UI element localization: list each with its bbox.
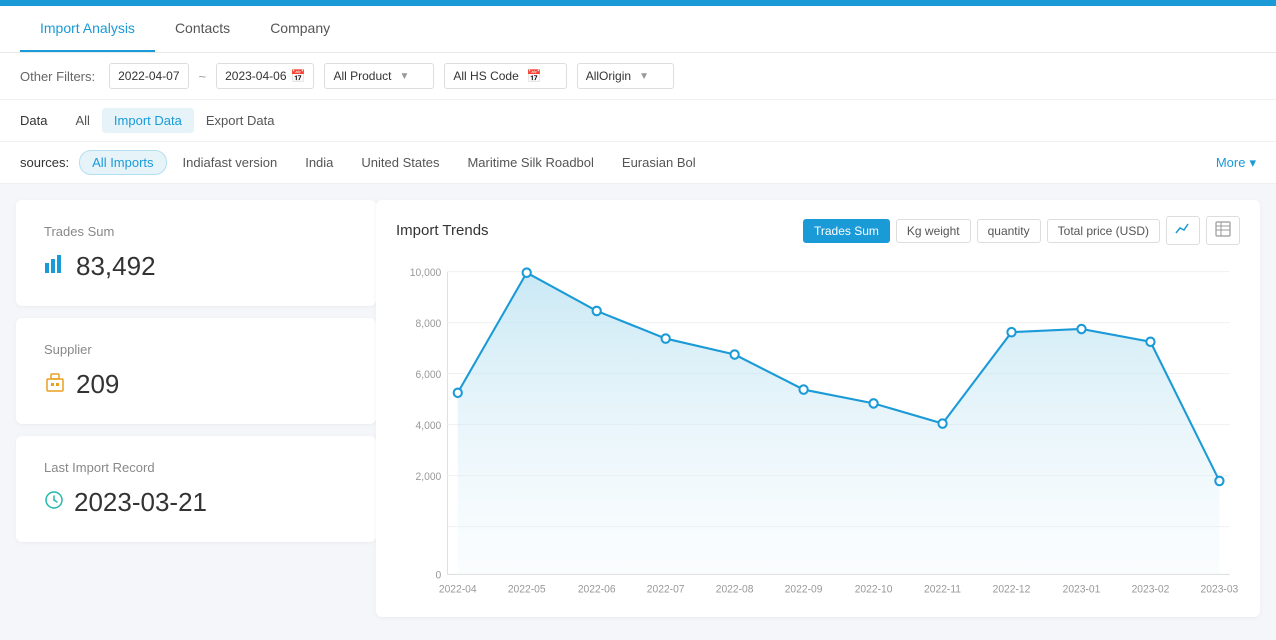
product-label: All Product — [333, 69, 391, 83]
kg-weight-btn[interactable]: Kg weight — [896, 219, 971, 243]
svg-text:2022-05: 2022-05 — [508, 584, 546, 595]
date-to-input[interactable]: 2023-04-06 📅 — [216, 63, 314, 89]
data-tab-export[interactable]: Export Data — [194, 108, 287, 133]
main-content: Trades Sum 83,492 Supplier 209 Last Impo… — [0, 184, 1276, 633]
quantity-btn[interactable]: quantity — [977, 219, 1041, 243]
last-import-card: Last Import Record 2023-03-21 — [16, 436, 376, 542]
product-arrow-icon: ▼ — [399, 71, 409, 82]
hs-code-calendar-icon: 📅 — [527, 69, 542, 83]
sources-row: sources: All Imports Indiafast version I… — [0, 142, 1276, 184]
source-tab-india[interactable]: India — [293, 151, 345, 174]
origin-label: AllOrigin — [586, 69, 631, 83]
date-to-value: 2023-04-06 — [225, 69, 286, 83]
origin-arrow-icon: ▼ — [639, 71, 649, 82]
svg-text:6,000: 6,000 — [416, 370, 442, 381]
total-price-btn[interactable]: Total price (USD) — [1047, 219, 1160, 243]
svg-text:2023-03: 2023-03 — [1201, 584, 1239, 595]
supplier-title: Supplier — [44, 342, 348, 357]
last-import-value: 2023-03-21 — [44, 487, 348, 518]
svg-text:2022-04: 2022-04 — [439, 584, 477, 595]
date-from-value: 2022-04-07 — [118, 69, 179, 83]
stats-panel: Trades Sum 83,492 Supplier 209 Last Impo… — [16, 200, 376, 617]
svg-text:2022-10: 2022-10 — [855, 584, 893, 595]
tab-import-analysis[interactable]: Import Analysis — [20, 6, 155, 52]
last-import-title: Last Import Record — [44, 460, 348, 475]
more-row: More ▾ — [712, 155, 1256, 171]
source-tab-united-states[interactable]: United States — [349, 151, 451, 174]
source-tab-indiafast[interactable]: Indiafast version — [171, 151, 290, 174]
tab-company[interactable]: Company — [250, 6, 350, 52]
hs-code-filter[interactable]: All HS Code 📅 — [444, 63, 566, 89]
svg-text:4,000: 4,000 — [416, 421, 442, 432]
chevron-down-icon: ▾ — [1249, 155, 1256, 171]
svg-text:2,000: 2,000 — [416, 472, 442, 483]
chart-title: Import Trends — [396, 222, 489, 239]
data-tab-all[interactable]: All — [63, 108, 101, 133]
chart-header: Import Trends Trades Sum Kg weight quant… — [396, 216, 1240, 245]
import-trends-chart: 10,000 8,000 6,000 4,000 2,000 0 — [396, 261, 1240, 601]
nav-tabs: Import Analysis Contacts Company — [0, 6, 1276, 53]
data-row: Data All Import Data Export Data — [0, 100, 1276, 142]
hs-code-label: All HS Code — [453, 69, 518, 83]
building-icon — [44, 371, 66, 399]
source-tab-maritime[interactable]: Maritime Silk Roadbol — [455, 151, 605, 174]
trades-sum-title: Trades Sum — [44, 224, 348, 239]
date-separator: ~ — [199, 69, 207, 84]
data-label: Data — [20, 113, 47, 128]
line-chart-icon-btn[interactable] — [1166, 216, 1200, 245]
source-tab-all-imports[interactable]: All Imports — [79, 150, 166, 175]
source-tab-eurasian[interactable]: Eurasian Bol — [610, 151, 708, 174]
bar-chart-icon — [44, 253, 66, 281]
filters-row: Other Filters: 2022-04-07 ~ 2023-04-06 📅… — [0, 53, 1276, 100]
filters-label: Other Filters: — [20, 69, 95, 84]
svg-text:2022-11: 2022-11 — [924, 584, 961, 595]
svg-text:2022-08: 2022-08 — [716, 584, 754, 595]
svg-text:2023-01: 2023-01 — [1063, 584, 1101, 595]
svg-text:10,000: 10,000 — [410, 268, 442, 279]
clock-icon — [44, 490, 64, 515]
table-icon-btn[interactable] — [1206, 216, 1240, 245]
svg-text:0: 0 — [436, 571, 442, 582]
supplier-card: Supplier 209 — [16, 318, 376, 424]
more-button[interactable]: More ▾ — [1216, 155, 1256, 171]
date-from-input[interactable]: 2022-04-07 — [109, 63, 188, 89]
svg-text:2023-02: 2023-02 — [1132, 584, 1170, 595]
chart-area: 10,000 8,000 6,000 4,000 2,000 0 — [396, 261, 1240, 601]
svg-text:8,000: 8,000 — [416, 319, 442, 330]
trades-sum-card: Trades Sum 83,492 — [16, 200, 376, 306]
sources-label: sources: — [20, 155, 69, 170]
data-tab-import[interactable]: Import Data — [102, 108, 194, 133]
trades-sum-value: 83,492 — [44, 251, 348, 282]
chart-panel: Import Trends Trades Sum Kg weight quant… — [376, 200, 1260, 617]
chart-controls: Trades Sum Kg weight quantity Total pric… — [803, 216, 1240, 245]
svg-text:2022-06: 2022-06 — [578, 584, 616, 595]
origin-filter[interactable]: AllOrigin ▼ — [577, 63, 674, 89]
more-label: More — [1216, 155, 1246, 170]
svg-text:2022-12: 2022-12 — [993, 584, 1031, 595]
product-filter[interactable]: All Product ▼ — [324, 63, 434, 89]
svg-text:2022-07: 2022-07 — [647, 584, 685, 595]
tab-contacts[interactable]: Contacts — [155, 6, 250, 52]
supplier-value: 209 — [44, 369, 348, 400]
calendar-icon: 📅 — [291, 69, 306, 83]
svg-text:2022-09: 2022-09 — [785, 584, 823, 595]
trades-sum-btn[interactable]: Trades Sum — [803, 219, 890, 243]
